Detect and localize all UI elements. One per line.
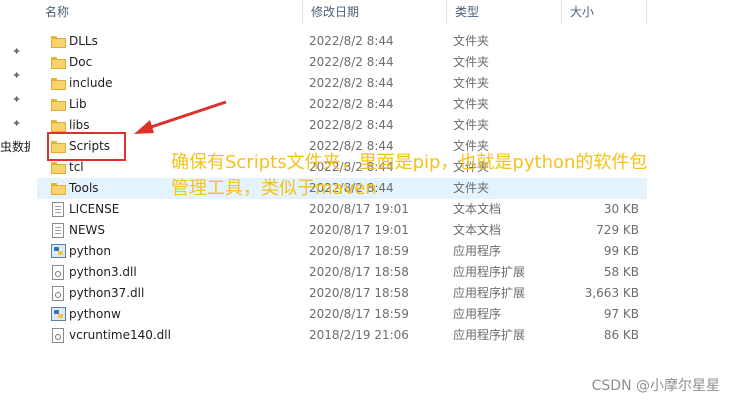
file-date: 2020/8/17 19:01 xyxy=(309,202,409,216)
dll-file-icon xyxy=(51,286,67,301)
quick-access-strip: ✦ ✦ ✦ ✦ 虫数据 xyxy=(0,0,32,403)
annotation-text-line-2: 管理工具，类似于maven xyxy=(171,178,377,199)
folder-icon xyxy=(51,55,67,70)
file-row[interactable]: include 2022/8/2 8:44 文件夹 xyxy=(37,73,647,94)
file-size xyxy=(565,115,639,136)
file-type: 文件夹 xyxy=(453,181,490,195)
file-name: python3.dll xyxy=(69,265,137,279)
file-size: 3,663 KB xyxy=(584,286,639,300)
file-row[interactable]: python 2020/8/17 18:59 应用程序 99 KB xyxy=(37,241,647,262)
file-size: 97 KB xyxy=(603,307,639,321)
file-size: 30 KB xyxy=(603,202,639,216)
file-row[interactable]: DLLs 2022/8/2 8:44 文件夹 xyxy=(37,31,647,52)
file-type: 文本文档 xyxy=(453,223,502,237)
python-exe-icon xyxy=(51,307,67,322)
file-size xyxy=(565,52,639,73)
pin-icon[interactable]: ✦ xyxy=(12,94,24,106)
folder-icon xyxy=(51,118,67,133)
file-type: 文件夹 xyxy=(453,55,490,69)
column-header-type[interactable]: 类型 xyxy=(447,0,565,24)
file-name: NEWS xyxy=(69,223,106,237)
text-file-icon xyxy=(51,223,67,238)
folder-icon xyxy=(51,181,67,196)
file-type: 文件夹 xyxy=(453,34,490,48)
file-row[interactable]: libs 2022/8/2 8:44 文件夹 xyxy=(37,115,647,136)
file-size: 99 KB xyxy=(603,244,639,258)
file-date: 2020/8/17 18:59 xyxy=(309,307,409,321)
file-type: 文件夹 xyxy=(453,76,490,90)
file-name: vcruntime140.dll xyxy=(69,328,171,342)
column-header-name[interactable]: 名称 xyxy=(37,0,303,24)
file-date: 2020/8/17 18:59 xyxy=(309,244,409,258)
file-row[interactable]: python3.dll 2020/8/17 18:58 应用程序扩展 58 KB xyxy=(37,262,647,283)
folder-icon xyxy=(51,34,67,49)
file-size xyxy=(565,178,639,199)
file-size: 86 KB xyxy=(603,328,639,342)
dll-file-icon xyxy=(51,328,67,343)
file-date: 2020/8/17 18:58 xyxy=(309,286,409,300)
quick-access-item-label[interactable]: 虫数据 xyxy=(0,138,30,155)
file-row[interactable]: python37.dll 2020/8/17 18:58 应用程序扩展 3,663 K… xyxy=(37,283,647,304)
file-name: python37.dll xyxy=(69,286,145,300)
file-size xyxy=(565,73,639,94)
file-size xyxy=(565,94,639,115)
file-date: 2022/8/2 8:44 xyxy=(309,97,394,111)
column-header-date[interactable]: 修改日期 xyxy=(303,0,449,24)
pin-icon[interactable]: ✦ xyxy=(12,46,24,58)
file-type: 文件夹 xyxy=(453,118,490,132)
file-date: 2020/8/17 18:58 xyxy=(309,265,409,279)
pin-icon[interactable]: ✦ xyxy=(12,118,24,130)
file-row[interactable]: pythonw 2020/8/17 18:59 应用程序 97 KB xyxy=(37,304,647,325)
folder-icon xyxy=(51,97,67,112)
file-type: 应用程序 xyxy=(453,244,502,258)
file-type: 应用程序扩展 xyxy=(453,265,526,279)
file-size: 58 KB xyxy=(603,265,639,279)
file-date: 2022/8/2 8:44 xyxy=(309,118,394,132)
dll-file-icon xyxy=(51,265,67,280)
file-date: 2018/2/19 21:06 xyxy=(309,328,409,342)
watermark: CSDN @小摩尔星星 xyxy=(591,378,720,394)
folder-icon xyxy=(51,76,67,91)
file-name: python xyxy=(69,244,111,258)
file-date: 2020/8/17 19:01 xyxy=(309,223,409,237)
file-type: 文件夹 xyxy=(453,97,490,111)
file-date: 2022/8/2 8:44 xyxy=(309,55,394,69)
file-row[interactable]: vcruntime140.dll 2018/2/19 21:06 应用程序扩展 86 … xyxy=(37,325,647,346)
file-name: Doc xyxy=(69,55,93,69)
file-row[interactable]: Lib 2022/8/2 8:44 文件夹 xyxy=(37,94,647,115)
file-size: 729 KB xyxy=(596,223,639,237)
python-exe-icon xyxy=(51,244,67,259)
file-row[interactable]: NEWS 2020/8/17 19:01 文本文档 729 KB xyxy=(37,220,647,241)
file-name: pythonw xyxy=(69,307,121,321)
text-file-icon xyxy=(51,202,67,217)
highlight-box xyxy=(47,132,126,161)
column-header: 名称 修改日期 类型 大小 xyxy=(37,0,647,24)
file-name: LICENSE xyxy=(69,202,120,216)
file-row[interactable]: LICENSE 2020/8/17 19:01 文本文档 30 KB xyxy=(37,199,647,220)
file-type: 应用程序 xyxy=(453,307,502,321)
arrow-icon xyxy=(134,100,227,134)
file-name: include xyxy=(69,76,113,90)
file-date: 2022/8/2 8:44 xyxy=(309,34,394,48)
file-type: 应用程序扩展 xyxy=(453,286,526,300)
file-size xyxy=(565,31,639,52)
file-type: 应用程序扩展 xyxy=(453,328,526,342)
folder-icon xyxy=(51,160,67,175)
file-date: 2022/8/2 8:44 xyxy=(309,76,394,90)
file-name: DLLs xyxy=(69,34,98,48)
file-row[interactable]: Doc 2022/8/2 8:44 文件夹 xyxy=(37,52,647,73)
file-type: 文本文档 xyxy=(453,202,502,216)
column-divider[interactable] xyxy=(646,0,647,24)
annotation-text-line-1: 确保有Scripts文件夹，里面是pip，也就是python的软件包 xyxy=(171,152,648,173)
pin-icon[interactable]: ✦ xyxy=(12,70,24,82)
column-header-size[interactable]: 大小 xyxy=(562,0,650,24)
